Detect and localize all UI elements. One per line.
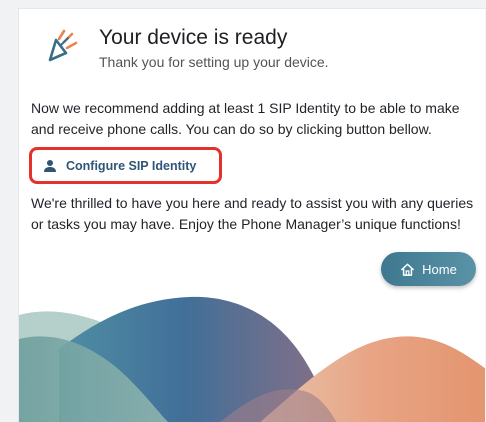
page-title: Your device is ready [99, 26, 288, 49]
page-subtitle: Thank you for setting up your device. [99, 54, 329, 70]
ready-card: Your device is ready Thank you for setti… [18, 8, 485, 422]
home-button[interactable]: Home [381, 252, 476, 286]
configure-sip-identity-label: Configure SIP Identity [66, 158, 197, 173]
home-label: Home [422, 261, 457, 277]
sparkle-logo-icon [48, 29, 78, 62]
recommendation-text: Now we recommend adding at least 1 SIP I… [31, 100, 460, 137]
decorative-waves [19, 296, 485, 422]
configure-sip-identity-button[interactable]: Configure SIP Identity [34, 150, 205, 181]
home-icon [401, 263, 415, 276]
thanks-text: We're thrilled to have you here and read… [31, 195, 474, 232]
person-icon [44, 159, 56, 172]
